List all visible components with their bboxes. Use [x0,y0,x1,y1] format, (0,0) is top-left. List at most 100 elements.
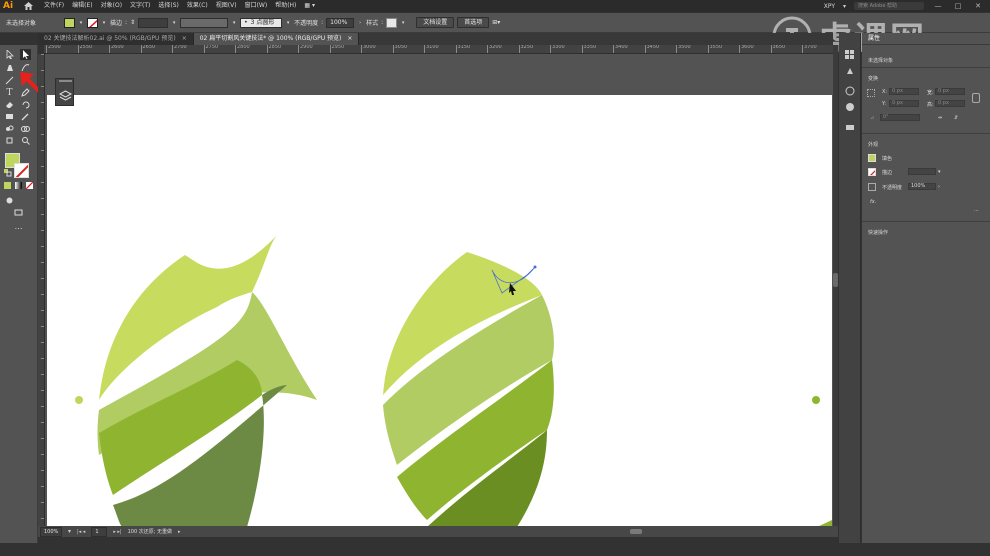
screen-mode-icon[interactable] [13,207,24,218]
line-tool-icon[interactable] [4,75,15,86]
next-artboard-icon[interactable]: ▸ ▸| [113,529,121,535]
tab-document-2[interactable]: 02 扁平切割风关键技法* @ 100% (RGB/GPU 预览) × [193,33,360,45]
preferences-button[interactable]: 首选项 [457,17,490,28]
flip-horizontal-icon[interactable]: ⇹ [938,115,942,121]
arrange-icon[interactable]: ⊞▾ [492,19,500,26]
menu-view[interactable]: 视图(V) [212,0,241,12]
more-tools-icon[interactable]: ⋯ [13,223,24,234]
stroke-weight-panel-field[interactable] [908,168,936,175]
horizontal-ruler: 2500 2550 2600 2650 2700 2750 2800 2850 2900 2950… [44,45,833,54]
close-icon[interactable]: × [347,33,352,45]
opacity-panel-field[interactable]: 100% [908,183,936,190]
first-artboard-icon[interactable]: |◂ ◂ [77,529,85,535]
chevron-down-icon[interactable]: ▾ [843,3,846,10]
right-leaf-group [383,252,820,526]
chevron-right-icon[interactable]: › [938,184,940,190]
chevron-down-icon[interactable]: ▾ [78,18,84,28]
stepper-icon[interactable]: ⇕ [130,19,135,26]
artboard-tool-icon[interactable] [4,135,15,146]
chevron-right-icon[interactable]: › [357,18,363,28]
vertical-scroll-thumb[interactable] [833,273,838,287]
x-field[interactable]: 0 px [889,88,919,95]
brush-definition[interactable]: • 3 点圆形 [240,17,283,28]
variable-width-profile[interactable] [180,17,229,28]
menu-effect[interactable]: 效果(C) [183,0,212,12]
angle-field[interactable]: 0° [880,114,920,121]
menu-edit[interactable]: 编辑(E) [68,0,96,12]
fill-swatch-panel[interactable] [868,154,876,162]
width-field[interactable]: 0 px [935,88,965,95]
menu-file[interactable]: 文件(F) [40,0,68,12]
chevron-down-icon[interactable]: ▾ [68,528,71,535]
artboard[interactable] [47,95,832,526]
menu-type[interactable]: 文字(T) [126,0,154,12]
chevron-right-icon[interactable]: ▸ [178,529,181,535]
opacity-label[interactable]: 不透明度 [294,18,318,27]
vertical-scrollbar[interactable] [833,45,838,526]
tools-panel: T ⋯ [0,45,38,543]
pen-tool-icon[interactable] [4,62,15,73]
maximize-icon[interactable]: □ [952,2,964,10]
document-setup-button[interactable]: 文档设置 [416,17,455,28]
tab-document-1[interactable]: 02 关键技法解析02.ai @ 50% (RGB/GPU 预览) × [38,33,194,45]
graphic-styles-panel-icon[interactable] [844,101,856,113]
menu-object[interactable]: 对象(O) [97,0,126,12]
opacity-field[interactable]: 100% [326,17,355,28]
selection-tool-icon[interactable] [4,49,15,60]
workspace-switcher[interactable]: XPY [824,3,835,10]
stroke-swatch-panel[interactable] [868,168,876,176]
appearance-panel-icon[interactable] [844,121,856,133]
chevron-down-icon[interactable]: ▾ [171,18,177,28]
home-icon[interactable] [22,0,34,12]
reference-point-icon[interactable] [867,89,875,97]
direct-selection-tool-icon[interactable] [20,49,31,60]
chevron-down-icon[interactable]: ▾ [938,169,941,175]
flip-vertical-icon[interactable]: ⇵ [954,115,958,121]
height-field[interactable]: 0 px [935,100,965,107]
menu-help[interactable]: 帮助(H) [271,0,300,12]
stroke-weight-field[interactable] [138,17,169,28]
chevron-down-icon[interactable]: ▾ [400,18,406,28]
none-mode-icon[interactable] [26,182,33,189]
canvas[interactable] [45,54,833,526]
type-tool-icon[interactable]: T [4,87,15,98]
gradient-mode-icon[interactable] [15,182,22,189]
close-icon[interactable]: × [182,33,187,45]
more-options-icon[interactable]: ⋯ [974,208,979,214]
arrange-docs-icon[interactable]: ▦ ▾ [300,0,319,12]
tab-properties[interactable]: 属性 [862,33,990,45]
chevron-down-icon[interactable]: ▾ [101,18,107,28]
constrain-proportions-icon[interactable] [972,93,980,103]
menu-select[interactable]: 选择(S) [154,0,183,12]
chevron-down-icon[interactable]: ▾ [231,18,237,28]
eraser-tool-icon[interactable] [4,99,15,110]
stroke-swatch[interactable] [87,17,99,28]
shape-builder-tool-icon[interactable] [20,123,31,134]
stroke-color-swatch[interactable] [14,163,29,178]
swatches-panel-icon[interactable] [844,49,856,61]
symbols-panel-icon[interactable] [844,85,856,97]
layers-mini-panel[interactable] [55,78,74,106]
blend-tool-icon[interactable] [4,123,15,134]
artboard-number-field[interactable]: 1 [91,526,108,537]
color-mode-icon[interactable] [4,182,11,189]
chevron-down-icon[interactable]: ▾ [285,18,291,28]
fx-button[interactable]: fx. [870,199,876,205]
fill-swatch[interactable] [64,17,76,28]
horizontal-scroll-thumb[interactable] [630,529,642,534]
search-help-input[interactable]: 搜索 Adobe 帮助 [854,2,924,10]
menu-window[interactable]: 窗口(W) [241,0,272,12]
rotate-angle-icon: ⊿ [870,115,875,121]
minimize-icon[interactable]: — [932,2,944,10]
close-icon[interactable]: ✕ [972,2,984,10]
swap-fill-stroke-icon[interactable] [4,169,12,177]
y-field[interactable]: 0 px [889,100,919,107]
stroke-label[interactable]: 描边 [110,18,122,27]
draw-mode-icon[interactable] [4,195,15,206]
quick-actions-heading: 快速操作 [868,230,889,236]
graphic-style-swatch[interactable] [386,17,398,28]
rectangle-tool-icon[interactable] [4,111,15,122]
zoom-tool-icon[interactable] [20,135,31,146]
brushes-panel-icon[interactable] [844,65,856,77]
zoom-field[interactable]: 100% [40,526,62,537]
